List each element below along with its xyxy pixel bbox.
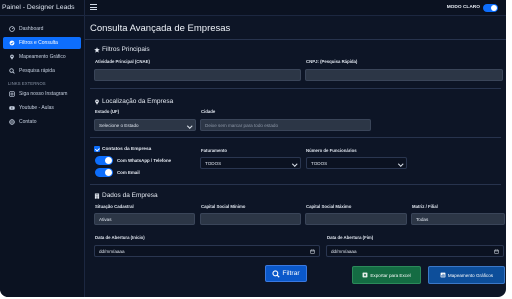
calendar-icon[interactable] <box>310 249 315 254</box>
sidebar-item-mapeamento[interactable]: Mapeamento Gráfico <box>3 51 81 63</box>
sidebar-item-instagram[interactable]: Siga nosso Instagram <box>3 88 81 100</box>
section-title-label: Dados da Empresa <box>102 192 158 199</box>
map-pin-icon <box>94 98 100 105</box>
section-divider <box>90 88 501 89</box>
whatsapp-toggle-row: Com WhatsApp / Telefone <box>95 156 171 165</box>
filtrar-label: Filtrar <box>282 270 300 277</box>
mode-label: MODO CLARO <box>446 5 480 10</box>
excel-icon <box>362 272 368 278</box>
calendar-icon[interactable] <box>494 249 499 254</box>
capital-maximo-label: Capital Social Máximo <box>306 204 352 209</box>
section-filtros-principais: Filtros Principais <box>94 46 150 53</box>
exportar-label: Exportar para Excel <box>370 272 411 278</box>
cnae-label: Atividade Principal (CNAE) <box>95 59 150 64</box>
whatsapp-toggle[interactable] <box>95 156 113 165</box>
abertura-fim-label: Data de Abertura (Fim) <box>327 235 374 240</box>
whatsapp-label: Com WhatsApp / Telefone <box>117 158 172 163</box>
section-divider <box>90 137 501 138</box>
capital-maximo-input[interactable] <box>305 213 407 225</box>
sidebar-item-youtube[interactable]: Youtube - Aulas <box>3 102 81 114</box>
sidebar-section-title: LINKS EXTERNOS <box>8 81 46 86</box>
menu-icon[interactable] <box>90 4 97 10</box>
building-icon <box>94 192 100 199</box>
sidebar-item-dashboard[interactable]: Dashboard <box>3 23 81 35</box>
abertura-inicio-label: Data de Abertura (Início) <box>95 235 145 240</box>
matriz-filial-label: Matriz / Filial <box>412 204 438 209</box>
sidebar-item-label: Youtube - Aulas <box>19 105 54 111</box>
filtrar-button[interactable]: Filtrar <box>265 265 307 282</box>
email-toggle[interactable] <box>95 168 113 177</box>
sidebar-item-contato[interactable]: Contato <box>3 116 81 128</box>
section-dados: Dados da Empresa <box>94 192 158 199</box>
contatos-checkbox[interactable] <box>94 146 100 152</box>
instagram-icon <box>8 91 15 98</box>
abertura-fim-input[interactable]: dd/mm/aaaa <box>326 245 504 257</box>
capital-minimo-label: Capital Social Mínimo <box>201 204 246 209</box>
light-mode-toggle[interactable] <box>483 4 498 12</box>
youtube-icon <box>8 105 15 112</box>
cnpj-input[interactable] <box>305 69 503 81</box>
faturamento-select[interactable]: TODOS <box>200 157 301 169</box>
brand-title: Painel - Designer Leads <box>0 0 84 16</box>
sidebar-item-label: Filtros e Consulta <box>19 40 58 46</box>
topbar: MODO CLARO <box>85 0 506 16</box>
exportar-excel-button[interactable]: Exportar para Excel <box>352 266 421 284</box>
sidebar: Painel - Designer Leads Dashboard Filtro… <box>0 0 85 297</box>
section-localizacao: Localização da Empresa <box>94 98 173 105</box>
cidade-label: Cidade <box>201 109 216 114</box>
dashboard-icon <box>8 26 15 33</box>
estado-label: Estado (UF) <box>95 109 120 114</box>
page-title: Consulta Avançada de Empresas <box>90 23 231 34</box>
title-divider <box>85 39 506 40</box>
section-divider <box>90 184 501 185</box>
situacao-label: Situação Cadastral <box>95 204 134 209</box>
sidebar-item-label: Pesquisa rápida <box>19 68 55 74</box>
main-content: Consulta Avançada de Empresas Filtros Pr… <box>85 16 506 297</box>
section-title-label: Filtros Principais <box>102 46 150 53</box>
funcionarios-select[interactable]: TODOS <box>306 157 407 169</box>
matriz-filial-input[interactable]: Todas <box>411 213 505 225</box>
mapeamento-graficos-button[interactable]: Mapeamento Gráficos <box>428 266 505 284</box>
sidebar-item-label: Dashboard <box>19 26 44 32</box>
map-icon <box>8 54 15 61</box>
abertura-inicio-input[interactable]: dd/mm/aaaa <box>94 245 320 257</box>
search-icon <box>8 68 15 75</box>
chart-icon <box>440 272 446 278</box>
globe-icon <box>8 119 15 126</box>
sidebar-item-label: Contato <box>19 119 37 125</box>
situacao-input[interactable]: Ativas <box>94 213 195 225</box>
filter-icon <box>8 40 15 47</box>
mapeamento-label: Mapeamento Gráficos <box>447 272 494 278</box>
cnpj-label: CNPJ: (Pesquisa Rápida) <box>306 59 358 64</box>
sidebar-item-pesquisa[interactable]: Pesquisa rápida <box>3 65 81 77</box>
section-title-label: Localização da Empresa <box>102 98 174 105</box>
sidebar-item-label: Siga nosso Instagram <box>19 91 68 97</box>
cnae-input[interactable] <box>94 69 301 81</box>
capital-minimo-input[interactable] <box>200 213 301 225</box>
email-label: Com Email <box>117 170 140 175</box>
search-icon <box>272 269 280 278</box>
sidebar-item-filtros[interactable]: Filtros e Consulta <box>3 37 81 49</box>
email-toggle-row: Com Email <box>95 168 140 177</box>
date-placeholder: dd/mm/aaaa <box>99 248 125 254</box>
app-frame: Painel - Designer Leads Dashboard Filtro… <box>0 0 506 297</box>
star-icon <box>94 46 100 53</box>
sidebar-item-label: Mapeamento Gráfico <box>19 54 66 60</box>
cidade-input[interactable]: Deixe sem marcar para todo estado <box>200 119 371 131</box>
section-contatos: Contatos da Empresa <box>102 147 152 152</box>
funcionarios-label: Número de Funcionários <box>306 148 357 153</box>
date-placeholder: dd/mm/aaaa <box>331 248 357 254</box>
estado-select[interactable]: Selecione o Estado <box>94 119 196 131</box>
faturamento-label: Faturamento <box>201 148 228 153</box>
